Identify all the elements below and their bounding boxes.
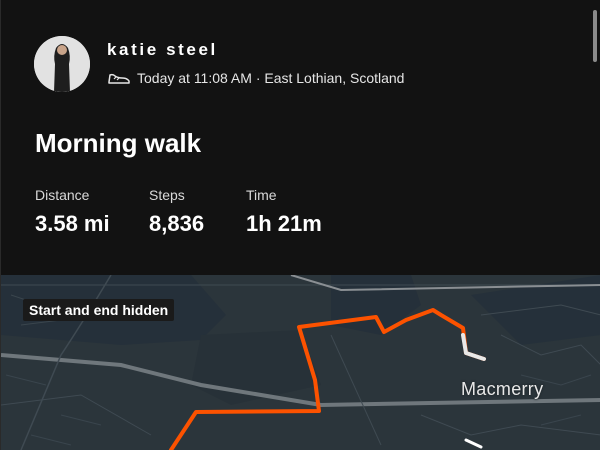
stat-value: 8,836 <box>149 211 205 236</box>
stat-time: Time 1h 21m <box>246 187 322 237</box>
activity-date-location: Today at 11:08 AM · East Lothian, Scotla… <box>137 70 405 86</box>
scrollbar-thumb[interactable] <box>593 10 597 62</box>
stat-distance: Distance 3.58 mi <box>35 187 110 237</box>
shoe-icon <box>107 70 131 86</box>
activity-title[interactable]: Morning walk <box>35 128 201 159</box>
stat-label: Time <box>246 187 277 203</box>
athlete-name[interactable]: katie steel <box>107 40 218 60</box>
privacy-badge: Start and end hidden <box>23 299 175 321</box>
activity-meta: Today at 11:08 AM · East Lothian, Scotla… <box>107 68 404 88</box>
stat-steps: Steps 8,836 <box>149 187 204 237</box>
stat-label: Steps <box>149 187 185 203</box>
route-map[interactable]: Start and end hidden Macmerry <box>1 275 600 450</box>
avatar[interactable] <box>34 36 90 92</box>
scrollbar[interactable] <box>590 0 600 275</box>
stat-label: Distance <box>35 187 90 203</box>
stat-value: 1h 21m <box>246 211 322 236</box>
map-place-label: Macmerry <box>461 379 544 399</box>
activity-card[interactable]: katie steel Today at 11:08 AM · East Lot… <box>0 0 600 450</box>
stat-value: 3.58 mi <box>35 211 110 236</box>
